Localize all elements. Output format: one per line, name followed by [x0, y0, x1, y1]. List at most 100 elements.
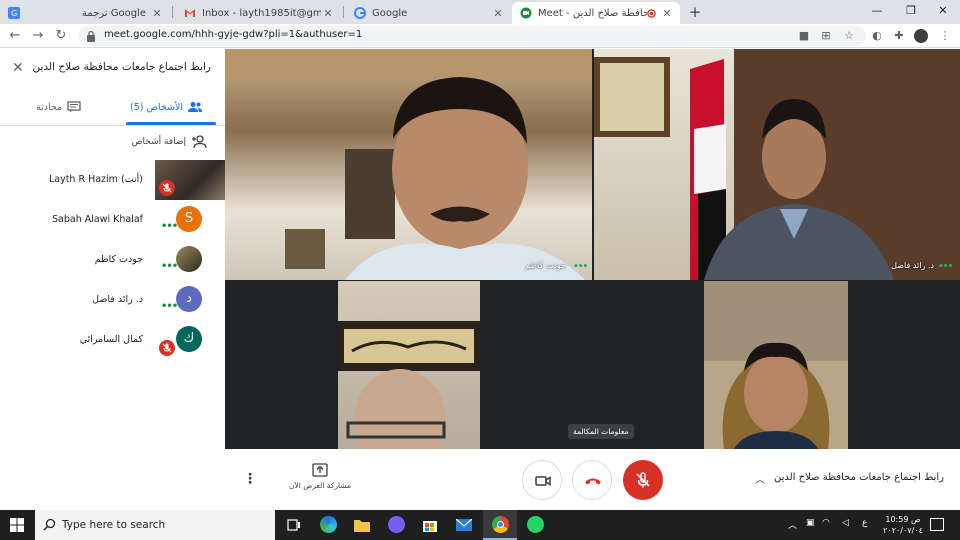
recording-dot-icon — [647, 8, 656, 18]
participant-name: كمال السامرائي — [79, 334, 143, 345]
close-tab-icon[interactable]: ✕ — [150, 7, 164, 20]
video-camera-icon — [535, 476, 551, 486]
windows-taskbar: Type here to search ︿ ▣ ◠ ◁ ع 10:59 ص ٢٠… — [0, 510, 960, 540]
video-tile[interactable] — [338, 281, 480, 449]
store-icon[interactable] — [413, 510, 447, 540]
leave-call-button[interactable] — [572, 460, 612, 500]
chat-icon — [67, 101, 81, 113]
browser-tab-strip: G ترجمة Google ✕ Inbox - layth1985it@gma… — [0, 0, 960, 24]
add-people-button[interactable]: إضافة أشخاص — [132, 135, 207, 149]
avatar: د — [176, 286, 202, 312]
speaking-indicator-icon: ••• — [161, 261, 178, 272]
meeting-details-title[interactable]: رابط اجتماع جامعات محافظة صلاح الدين — [774, 472, 944, 483]
notifications-icon[interactable] — [930, 518, 944, 531]
file-explorer-icon[interactable] — [345, 510, 379, 540]
avatar: ك — [176, 326, 202, 352]
wifi-icon[interactable]: ◠ — [822, 518, 830, 528]
tab-people[interactable]: الأشخاص (5) — [130, 97, 203, 117]
participant-name: د. رائد فاضل — [92, 294, 143, 305]
viber-icon[interactable] — [379, 510, 413, 540]
google-icon — [354, 7, 366, 19]
participant-row[interactable]: ••• جودت كاظم — [0, 240, 225, 280]
tile-name: د. رائد فاضل — [891, 261, 934, 270]
tab-google-translate[interactable]: G ترجمة Google ✕ — [0, 2, 170, 24]
whatsapp-icon[interactable] — [518, 510, 552, 540]
tab-google[interactable]: Google ✕ — [346, 2, 511, 24]
present-now-label: مشاركة العرض الآن — [288, 481, 352, 490]
participant-video — [594, 49, 960, 280]
reload-icon[interactable]: ↻ — [52, 27, 70, 45]
task-view-icon[interactable] — [277, 510, 311, 540]
camera-toggle-button[interactable] — [522, 460, 562, 500]
tab-chat[interactable]: محادثة — [36, 97, 81, 117]
profile-avatar[interactable] — [914, 29, 928, 43]
tab-meet[interactable]: Meet - رابط اجتماع جامعات محافظة صلاح ال… — [512, 2, 680, 24]
volume-icon[interactable]: ◁ — [842, 518, 849, 528]
divider — [0, 125, 225, 126]
mail-icon[interactable] — [447, 510, 481, 540]
speaking-indicator-icon: ••• — [938, 262, 953, 272]
puzzle-extensions-icon[interactable]: ✚ — [892, 29, 906, 43]
speaking-indicator-icon: ••• — [573, 262, 588, 272]
address-bar[interactable]: meet.google.com/hhh-gyje-gdw?pli=1&authu… — [78, 26, 866, 46]
speaking-indicator-icon: ••• — [161, 301, 178, 312]
close-window-icon[interactable]: ✕ — [928, 0, 958, 22]
hang-up-icon — [585, 478, 601, 485]
people-panel: ✕ رابط اجتماع جامعات محافظة صلاح الدين ا… — [0, 49, 225, 510]
video-tile[interactable]: ••• د. رائد فاضل — [594, 49, 960, 280]
search-icon — [43, 518, 56, 531]
microphone-toggle-button[interactable] — [623, 460, 663, 500]
minimize-icon[interactable]: — — [862, 0, 892, 22]
tab-title: Google — [372, 7, 408, 19]
participant-name: جودت كاظم — [94, 254, 143, 265]
browser-menu-icon[interactable]: ⋮ — [938, 29, 952, 43]
participant-video — [338, 321, 480, 449]
clock-time: 10:59 ص — [885, 515, 921, 524]
new-tab-button[interactable]: + — [686, 3, 704, 21]
network-icon[interactable]: ▣ — [806, 518, 815, 528]
participant-name: Layth R Hazim (أنت) — [48, 174, 143, 185]
restore-icon[interactable]: ❐ — [896, 0, 926, 22]
back-icon[interactable]: ← — [6, 27, 24, 45]
video-tile-main[interactable]: ••• جودت كاظم — [225, 49, 592, 280]
video-tile[interactable] — [704, 281, 848, 449]
speaking-indicator-icon: ••• — [161, 221, 178, 232]
taskbar-search-box[interactable]: Type here to search — [35, 510, 275, 540]
language-indicator[interactable]: ع — [862, 518, 867, 528]
avatar: S — [176, 206, 202, 232]
avatar — [176, 246, 202, 272]
translate-page-icon[interactable]: ⊞ — [819, 29, 833, 43]
muted-mic-icon — [159, 180, 175, 196]
gmail-icon — [185, 9, 195, 17]
tab-people-label: الأشخاص (5) — [130, 101, 184, 113]
browser-toolbar: ← → ↻ meet.google.com/hhh-gyje-gdw?pli=1… — [0, 24, 960, 48]
present-now-button[interactable]: مشاركة العرض الآن — [285, 463, 355, 490]
show-hidden-icons[interactable]: ︿ — [788, 518, 797, 531]
system-clock[interactable]: 10:59 ص ٢٠٢٠/٠٧/٠٤ — [878, 514, 928, 536]
more-options-icon[interactable]: ⋮ — [243, 471, 257, 487]
participant-row[interactable]: Layth R Hazim (أنت) — [0, 160, 225, 200]
participant-row[interactable]: ك كمال السامرائي — [0, 320, 225, 360]
windows-start-icon[interactable] — [10, 518, 24, 532]
bookmark-star-icon[interactable]: ☆ — [842, 29, 856, 43]
participant-row[interactable]: S ••• Sabah Alawi Khalaf — [0, 200, 225, 240]
edge-icon[interactable] — [311, 510, 345, 540]
close-panel-icon[interactable]: ✕ — [12, 61, 26, 75]
tab-title: Inbox - layth1985it@gmail.com - — [202, 7, 321, 19]
call-info-tooltip: معلومات المكالمة — [568, 424, 634, 439]
google-translate-icon: G — [8, 7, 20, 19]
forward-icon[interactable]: → — [29, 27, 47, 45]
participant-row[interactable]: د ••• د. رائد فاضل — [0, 280, 225, 320]
extension-icon[interactable]: ◐ — [870, 29, 884, 43]
svg-text:G: G — [11, 9, 17, 18]
clock-date: ٢٠٢٠/٠٧/٠٤ — [883, 526, 923, 535]
call-controls: ⋮ مشاركة العرض الآن ︿ رابط اجتماع جامعات… — [225, 449, 960, 510]
chevron-up-icon[interactable]: ︿ — [755, 471, 765, 486]
url-text: meet.google.com/hhh-gyje-gdw?pli=1&authu… — [104, 29, 363, 40]
close-tab-icon[interactable]: ✕ — [660, 7, 674, 20]
close-tab-icon[interactable]: ✕ — [321, 7, 335, 20]
camera-indicator-icon[interactable]: ■ — [797, 29, 811, 43]
chrome-icon[interactable] — [483, 510, 517, 540]
tab-gmail[interactable]: Inbox - layth1985it@gmail.com - ✕ — [176, 2, 341, 24]
close-tab-icon[interactable]: ✕ — [491, 7, 505, 20]
